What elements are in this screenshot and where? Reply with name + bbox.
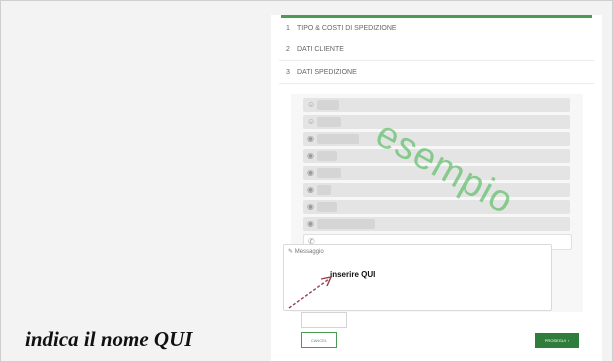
pin-icon: ◉ [307, 202, 314, 211]
field-value-redacted [317, 219, 375, 229]
location-icon: ◉ [307, 185, 314, 194]
next-button-label: PROSEGUI [544, 338, 566, 343]
pin-icon: ◉ [307, 219, 314, 228]
location-icon: ◉ [307, 168, 314, 177]
step-label: DATI CLIENTE [297, 46, 344, 53]
pin-icon: ◉ [307, 151, 314, 160]
step-label: DATI SPEDIZIONE [297, 69, 357, 76]
annotation-arrow [288, 276, 333, 309]
field-surname[interactable]: ☺ [303, 115, 570, 129]
step-1-header[interactable]: 1 TIPO & COSTI DI SPEDIZIONE [279, 18, 594, 40]
pin-icon: ◉ [307, 134, 314, 143]
chevron-right-icon: › [567, 338, 570, 343]
shipping-form-screenshot: 1 TIPO & COSTI DI SPEDIZIONE 2 DATI CLIE… [271, 15, 602, 361]
field-value-redacted [317, 134, 359, 144]
figure-frame: 1 TIPO & COSTI DI SPEDIZIONE 2 DATI CLIE… [0, 0, 613, 362]
person-icon: ☺ [307, 100, 316, 109]
next-button[interactable]: PROSEGUI › [535, 333, 579, 348]
step-number: 3 [286, 69, 290, 76]
step-number: 1 [286, 25, 290, 32]
field-value-redacted [317, 202, 337, 212]
step-label: TIPO & COSTI DI SPEDIZIONE [297, 25, 397, 32]
field-province[interactable]: ◉ [303, 200, 570, 214]
person-icon: ☺ [307, 117, 316, 126]
field-value-redacted [317, 100, 339, 110]
step-3-header[interactable]: 3 DATI SPEDIZIONE [279, 62, 594, 84]
caption-text: indica il nome QUI [25, 327, 193, 351]
message-placeholder: ✎ Messaggio [288, 248, 324, 255]
step-number: 2 [286, 46, 290, 53]
field-value-redacted [317, 168, 341, 178]
step-2-header[interactable]: 2 DATI CLIENTE [279, 39, 594, 61]
edit-icon: ✎ [288, 249, 294, 255]
message-placeholder-text: Messaggio [294, 249, 324, 255]
captcha-field[interactable] [301, 312, 347, 328]
cancel-button[interactable]: CANCEL [301, 332, 337, 348]
field-email[interactable]: ◉ [303, 217, 570, 231]
field-value-redacted [317, 117, 341, 127]
field-value-redacted [317, 151, 337, 161]
field-value-redacted [317, 185, 331, 195]
field-name[interactable]: ☺ [303, 98, 570, 112]
